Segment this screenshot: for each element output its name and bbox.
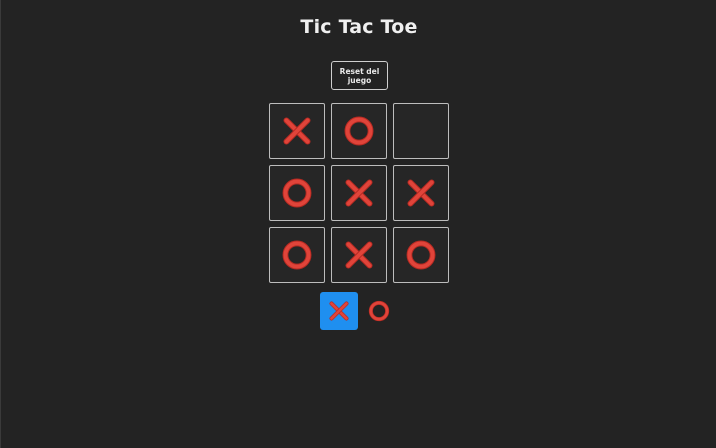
board-cell-0-0[interactable] (269, 103, 325, 159)
board-cell-1-2[interactable] (393, 165, 449, 221)
x-mark-icon (283, 117, 311, 145)
x-mark-icon (329, 301, 349, 321)
o-mark-icon (282, 178, 312, 208)
page-title: Tic Tac Toe (300, 16, 418, 38)
o-mark-icon (406, 240, 436, 270)
board-cell-2-1[interactable] (331, 227, 387, 283)
board-cell-0-1[interactable] (331, 103, 387, 159)
game-board (269, 103, 451, 285)
o-mark-icon (282, 240, 312, 270)
board-cell-2-0[interactable] (269, 227, 325, 283)
board-cell-0-2[interactable] (393, 103, 449, 159)
reset-game-button[interactable]: Reset del juego (331, 61, 388, 90)
o-mark-icon (368, 300, 390, 322)
select-o-button[interactable] (360, 292, 398, 330)
player-selector (320, 292, 398, 330)
select-x-button[interactable] (320, 292, 358, 330)
o-mark-icon (344, 116, 374, 146)
x-mark-icon (345, 241, 373, 269)
board-cell-1-1[interactable] (331, 165, 387, 221)
x-mark-icon (345, 179, 373, 207)
board-cell-2-2[interactable] (393, 227, 449, 283)
x-mark-icon (407, 179, 435, 207)
board-cell-1-0[interactable] (269, 165, 325, 221)
